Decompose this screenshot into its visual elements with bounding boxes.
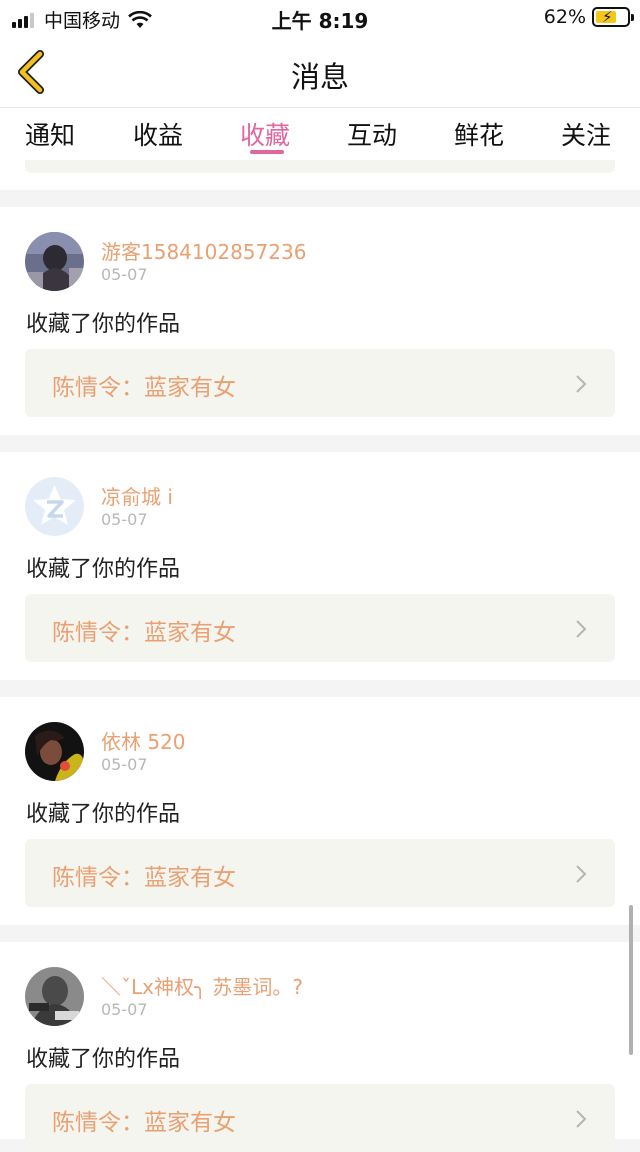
chevron-right-icon xyxy=(576,620,587,638)
battery-percentage: 62% xyxy=(543,6,586,28)
work-title: 陈情令：蓝家有女 xyxy=(52,865,236,891)
message-date: 05-07 xyxy=(101,755,148,774)
active-tab-indicator xyxy=(250,150,284,154)
avatar[interactable] xyxy=(25,967,84,1026)
status-bar: 中国移动 上午 8:19 62% ⚡ xyxy=(0,0,640,36)
work-title: 陈情令：蓝家有女 xyxy=(52,620,236,646)
message-card: 依林 520 05-07 收藏了你的作品 陈情令：蓝家有女 xyxy=(0,697,640,925)
chevron-right-icon xyxy=(576,375,587,393)
nav-bar: 消息 xyxy=(0,36,640,108)
tab-earnings[interactable]: 收益 xyxy=(133,116,183,152)
message-date: 05-07 xyxy=(101,1000,148,1019)
tab-interactions[interactable]: 互动 xyxy=(347,116,397,152)
action-text: 收藏了你的作品 xyxy=(26,802,181,827)
username[interactable]: 凉俞城 i xyxy=(101,481,173,510)
avatar[interactable] xyxy=(25,232,84,291)
message-card: 游客1584102857236 05-07 收藏了你的作品 陈情令：蓝家有女 xyxy=(0,207,640,435)
tab-flowers[interactable]: 鲜花 xyxy=(454,116,504,152)
work-title: 陈情令：蓝家有女 xyxy=(52,375,236,401)
work-link[interactable]: 陈情令：蓝家有女 xyxy=(25,839,615,907)
tab-notifications[interactable]: 通知 xyxy=(25,116,75,152)
message-card: 凉俞城 i 05-07 收藏了你的作品 陈情令：蓝家有女 xyxy=(0,452,640,680)
chevron-right-icon xyxy=(576,1110,587,1128)
tab-favorites[interactable]: 收藏 xyxy=(240,116,290,152)
work-title: 陈情令：蓝家有女 xyxy=(52,1110,236,1136)
tab-follows[interactable]: 关注 xyxy=(561,116,611,152)
avatar[interactable] xyxy=(25,477,84,536)
page-title: 消息 xyxy=(290,60,349,94)
message-card: ＼ˇLx神权╮ 苏墨词。? 05-07 收藏了你的作品 陈情令：蓝家有女 xyxy=(0,942,640,1152)
action-text: 收藏了你的作品 xyxy=(26,1047,181,1072)
message-date: 05-07 xyxy=(101,265,148,284)
work-link[interactable]: 陈情令：蓝家有女 xyxy=(25,1084,615,1152)
tab-bar: 通知 收益 收藏 互动 鲜花 关注 xyxy=(0,108,640,160)
username[interactable]: 依林 520 xyxy=(101,726,186,755)
action-text: 收藏了你的作品 xyxy=(26,557,181,582)
avatar[interactable] xyxy=(25,722,84,781)
battery-icon: ⚡ xyxy=(592,7,634,27)
username[interactable]: 游客1584102857236 xyxy=(101,236,306,265)
username[interactable]: ＼ˇLx神权╮ 苏墨词。? xyxy=(101,971,303,1000)
work-link[interactable]: 陈情令：蓝家有女 xyxy=(25,349,615,417)
message-date: 05-07 xyxy=(101,510,148,529)
scrollbar[interactable] xyxy=(629,905,633,1055)
work-link[interactable]: 陈情令：蓝家有女 xyxy=(25,594,615,662)
status-right: 62% ⚡ xyxy=(543,6,634,28)
action-text: 收藏了你的作品 xyxy=(26,312,181,337)
chevron-right-icon xyxy=(576,865,587,883)
previous-card-remnant xyxy=(0,160,640,190)
